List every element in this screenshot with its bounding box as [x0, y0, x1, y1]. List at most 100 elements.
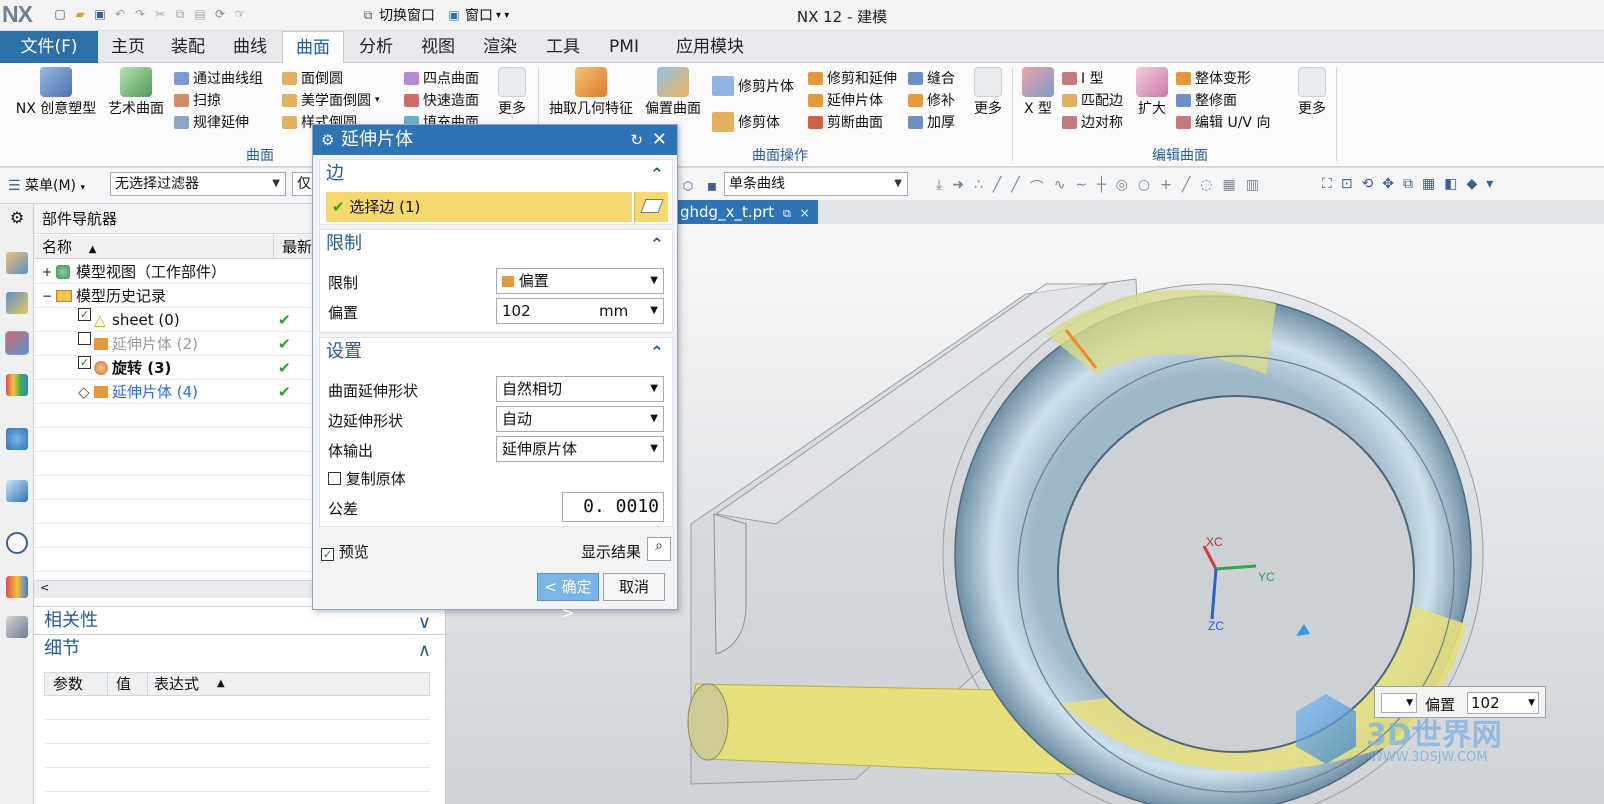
collapse-icon[interactable]: ⌃ [650, 231, 664, 259]
hd3d-icon[interactable] [6, 428, 28, 450]
match-edge-button[interactable]: 匹配边 [1062, 89, 1142, 111]
refit-face-button[interactable]: 整修面 [1176, 89, 1286, 111]
paste-icon[interactable]: ▤ [192, 6, 208, 22]
collapse-chevron-icon[interactable]: ∧ [418, 637, 431, 665]
system-materials-icon[interactable] [6, 576, 28, 598]
checkbox[interactable] [328, 472, 341, 485]
through-curves-button[interactable]: 通过曲线组 [174, 67, 278, 89]
edge-section-header[interactable]: 边 ⌃ [320, 160, 672, 188]
copy-icon[interactable]: ⧉ [172, 6, 188, 22]
trim-sheet-button[interactable]: 修剪片体 [712, 75, 794, 97]
part-navigator-icon[interactable] [5, 331, 29, 355]
switch-window-button[interactable]: ⧉ 切换窗口 [360, 5, 435, 25]
visibility-checkbox[interactable]: ✓ [78, 356, 91, 369]
thicken-button[interactable]: 加厚 [908, 111, 968, 133]
more-button-1[interactable]: 更多 [492, 67, 532, 118]
rotate-icon[interactable]: ⟲ [1362, 176, 1374, 192]
dialog-gear-icon[interactable]: ⚙ [321, 125, 334, 155]
preview-checkbox[interactable]: ✓ 预览 [321, 541, 369, 562]
offset-unit[interactable]: mm [599, 299, 628, 323]
cancel-button[interactable]: 取消 [603, 573, 665, 601]
snap-box-icon[interactable]: ▥ [1246, 177, 1259, 197]
tab-curve[interactable]: 曲线 [222, 31, 278, 63]
select-edge-row[interactable]: ✔ 选择边 (1) [326, 192, 632, 222]
close-icon[interactable]: ✕ [652, 125, 667, 155]
snap-face-icon[interactable]: ◌ [1200, 177, 1212, 197]
tab-render[interactable]: 渲染 [472, 31, 528, 63]
column-expression[interactable]: 表达式 [147, 673, 199, 695]
save-icon[interactable]: ▣ [92, 6, 108, 22]
column-name-header[interactable]: 名称 ▲ [34, 235, 274, 259]
art-surface-button[interactable]: 艺术曲面 [104, 67, 168, 118]
trim-and-extend-button[interactable]: 修剪和延伸 [808, 67, 912, 89]
layer-icon[interactable]: ◧ [1444, 176, 1457, 192]
column-value[interactable]: 值 [107, 673, 131, 695]
more-button-2[interactable]: 更多 [968, 67, 1008, 118]
redo-icon[interactable]: ↷ [132, 6, 148, 22]
extend-sheet-button[interactable]: 延伸片体 [808, 89, 912, 111]
checkbox[interactable]: ✓ [321, 548, 334, 561]
snap-center-icon[interactable]: ◎ [1116, 177, 1128, 197]
snap-diag-icon[interactable]: ╱ [1182, 177, 1190, 197]
tab-analysis[interactable]: 分析 [348, 31, 404, 63]
limit-section-header[interactable]: 限制 ⌃ [320, 230, 672, 258]
snap-line2-icon[interactable]: ╱ [1011, 177, 1019, 197]
law-extension-button[interactable]: 规律延伸 [174, 111, 278, 133]
reuse-library-icon[interactable] [6, 374, 28, 396]
dialog-title-bar[interactable]: ⚙ 延伸片体 ↻ ✕ [313, 125, 677, 155]
undo-icon[interactable]: ↶ [112, 6, 128, 22]
expand-chevron-icon[interactable]: ∨ [418, 609, 431, 637]
enlarge-button[interactable]: 扩大 [1132, 67, 1172, 118]
aesthetic-blend-button[interactable]: 美学面倒圆 ▾ [282, 89, 390, 111]
visibility-checkbox[interactable] [78, 332, 91, 345]
snap-arrow-icon[interactable]: ➜ [952, 177, 964, 197]
global-shaping-button[interactable]: 整体变形 [1176, 67, 1286, 89]
assembly-navigator-icon[interactable] [6, 252, 28, 274]
edge-symmetry-button[interactable]: 边对称 [1062, 111, 1142, 133]
horizontal-scrollbar[interactable]: < [34, 580, 312, 598]
zoom-icon[interactable]: ⊡ [1341, 176, 1353, 192]
ok-button[interactable]: < 确定 > [537, 573, 599, 622]
sweep-button[interactable]: 扫掠 [174, 89, 278, 111]
dependency-panel-header[interactable]: 相关性 ∨ [34, 606, 445, 634]
divide-face-button[interactable]: 剪断曲面 [808, 111, 912, 133]
pan-icon[interactable]: ✥ [1382, 176, 1394, 192]
collapse-icon[interactable]: ⌃ [650, 161, 664, 189]
tab-view[interactable]: 视图 [410, 31, 466, 63]
collapse-icon[interactable]: ⌃ [650, 339, 664, 367]
tab-tools[interactable]: 工具 [535, 31, 591, 63]
menu-button[interactable]: ☰ 菜单(M) ▾ [8, 175, 85, 195]
tab-home[interactable]: 主页 [100, 31, 156, 63]
snap-icon[interactable]: ⬡ [680, 178, 696, 194]
web-browser-icon[interactable] [6, 480, 28, 502]
edge-shape-dropdown[interactable]: 自动 ▼ [496, 406, 664, 432]
snap-point-icon[interactable]: ∴ [974, 177, 983, 197]
offset-value-field[interactable]: 102 mm ▼ [496, 298, 664, 324]
process-studio-icon[interactable] [6, 616, 28, 638]
snap-arc-icon[interactable]: ⌒ [1030, 177, 1044, 197]
snap-plus-icon[interactable]: + [1160, 177, 1172, 197]
display-icon[interactable]: ◆ [1466, 176, 1477, 192]
fit-view-icon[interactable]: ⛶ [1322, 176, 1332, 192]
more-button-3[interactable]: 更多 [1292, 67, 1332, 118]
more-view-icon[interactable]: ▾ [1486, 176, 1493, 192]
settings-gear-icon[interactable]: ⚙ [6, 208, 28, 230]
show-result-magnifier-icon[interactable]: ⌕ [647, 537, 671, 561]
nx-creative-button[interactable]: NX 创意塑型 [8, 67, 104, 118]
column-param[interactable]: 参数 [53, 673, 83, 695]
limit-dropdown[interactable]: 偏置 ▼ [496, 268, 664, 294]
offset-surface-button[interactable]: 偏置曲面 [640, 67, 706, 118]
copy-original-checkbox[interactable]: 复制原体 [328, 468, 406, 489]
close-tab-icon[interactable]: × [800, 206, 810, 220]
repeat-command-icon[interactable]: ⟳ [212, 6, 228, 22]
edit-uv-button[interactable]: 编辑 U/V 向 [1176, 111, 1286, 133]
body-output-dropdown[interactable]: 延伸原片体 ▼ [496, 436, 664, 462]
trim-body-button[interactable]: 修剪体 [712, 111, 780, 133]
snap-end-icon[interactable]: ⤓ [936, 177, 942, 197]
snap-curve-icon[interactable]: ∼ [1075, 177, 1087, 197]
visibility-checkbox[interactable]: ✓ [78, 308, 91, 321]
selection-filter-dropdown[interactable]: 无选择过滤器 ▼ [110, 172, 286, 196]
extract-geometry-button[interactable]: 抽取几何特征 [542, 67, 640, 118]
face-blend-button[interactable]: 面倒圆 [282, 67, 390, 89]
file-menu-button[interactable]: 文件(F) [0, 31, 98, 63]
